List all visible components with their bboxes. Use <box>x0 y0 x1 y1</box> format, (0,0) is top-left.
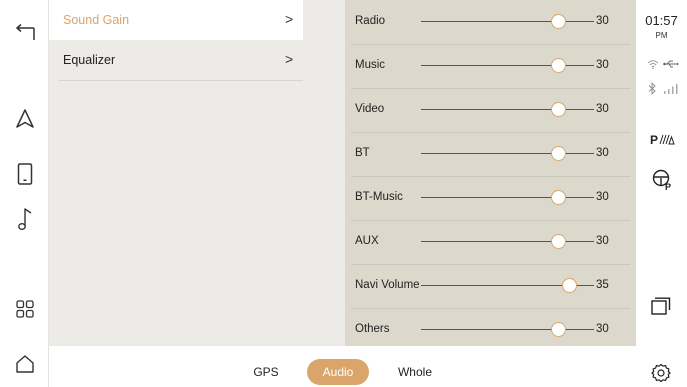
slider-track[interactable] <box>421 109 594 110</box>
slider-handle[interactable] <box>551 102 567 117</box>
slider-track[interactable] <box>421 329 594 330</box>
phone-icon <box>17 163 32 185</box>
menu-item-label: Sound Gain <box>63 13 130 27</box>
music-icon <box>17 208 31 231</box>
slider-row: BT-Music 30 <box>345 176 636 220</box>
signal-icon <box>663 82 679 94</box>
slider-value: 30 <box>596 323 609 335</box>
slider-value: 30 <box>596 235 609 247</box>
slider-handle[interactable] <box>551 146 567 161</box>
slider-row: Video 30 <box>345 88 636 132</box>
apps-grid-icon <box>15 300 34 318</box>
menu-item-equalizer[interactable]: Equalizer > <box>49 40 303 80</box>
slider-handle[interactable] <box>551 14 567 29</box>
slider-value: 35 <box>596 279 609 291</box>
back-icon <box>15 24 35 40</box>
tab-whole[interactable]: Whole <box>389 359 441 385</box>
status-column: 01:57 PM P P <box>636 0 687 387</box>
back-button[interactable] <box>0 11 49 55</box>
slider-handle[interactable] <box>551 190 567 205</box>
slider-value: 30 <box>596 59 609 71</box>
sound-gain-panel: Radio 30 Music 30 Video 30 BT 30 BT-Music 30 AUX 30… <box>345 0 636 346</box>
slider-track[interactable] <box>421 65 594 66</box>
slider-handle[interactable] <box>562 278 578 293</box>
slider-row: Navi Volume 35 <box>345 264 636 308</box>
slider-label: Video <box>355 103 385 115</box>
tab-gps[interactable]: GPS <box>243 359 289 385</box>
slider-label: Radio <box>355 15 386 27</box>
parking-sensor-icon: P <box>649 129 675 149</box>
home-button[interactable] <box>0 342 49 386</box>
svg-text:P: P <box>650 133 658 147</box>
chevron-right-icon: > <box>285 51 294 67</box>
slider-label: BT-Music <box>355 191 403 203</box>
menu-divider <box>59 80 303 81</box>
slider-handle[interactable] <box>551 58 567 73</box>
slider-label: Others <box>355 323 390 335</box>
slider-value: 30 <box>596 15 609 27</box>
slider-label: BT <box>355 147 370 159</box>
slider-handle[interactable] <box>551 234 567 249</box>
menu-item-label: Equalizer <box>63 53 116 67</box>
usb-icon <box>663 58 679 70</box>
navigation-icon <box>15 109 34 128</box>
left-nav <box>0 0 49 387</box>
slider-track[interactable] <box>421 21 594 22</box>
steering-parking-icon: P <box>651 168 675 192</box>
slider-row: BT 30 <box>345 132 636 176</box>
clock-ampm: PM <box>655 31 668 40</box>
bottom-tab-bar: GPS Audio Whole <box>49 346 636 387</box>
wifi-icon <box>646 58 660 70</box>
bluetooth-icon <box>647 81 657 95</box>
slider-label: AUX <box>355 235 379 247</box>
multitask-icon[interactable] <box>650 296 672 316</box>
settings-menu: Sound Gain > Equalizer > <box>49 0 345 346</box>
music-button[interactable] <box>0 197 49 241</box>
home-icon <box>15 355 34 373</box>
apps-button[interactable] <box>0 287 49 331</box>
clock-time: 01:57 <box>645 13 678 28</box>
menu-item-sound-gain[interactable]: Sound Gain > <box>49 0 303 40</box>
slider-row: Music 30 <box>345 44 636 88</box>
slider-row: AUX 30 <box>345 220 636 264</box>
slider-value: 30 <box>596 103 609 115</box>
slider-track[interactable] <box>421 197 594 198</box>
slider-row: Radio 30 <box>345 0 636 44</box>
gear-icon[interactable] <box>650 362 672 384</box>
slider-value: 30 <box>596 191 609 203</box>
slider-label: Navi Volume <box>355 279 420 291</box>
slider-track[interactable] <box>421 153 594 154</box>
slider-track[interactable] <box>421 241 594 242</box>
slider-handle[interactable] <box>551 322 567 337</box>
phone-button[interactable] <box>0 152 49 196</box>
svg-text:P: P <box>665 182 671 191</box>
navigation-button[interactable] <box>0 97 49 141</box>
chevron-right-icon: > <box>285 11 294 27</box>
tab-audio[interactable]: Audio <box>307 359 369 385</box>
slider-label: Music <box>355 59 386 71</box>
slider-value: 30 <box>596 147 609 159</box>
